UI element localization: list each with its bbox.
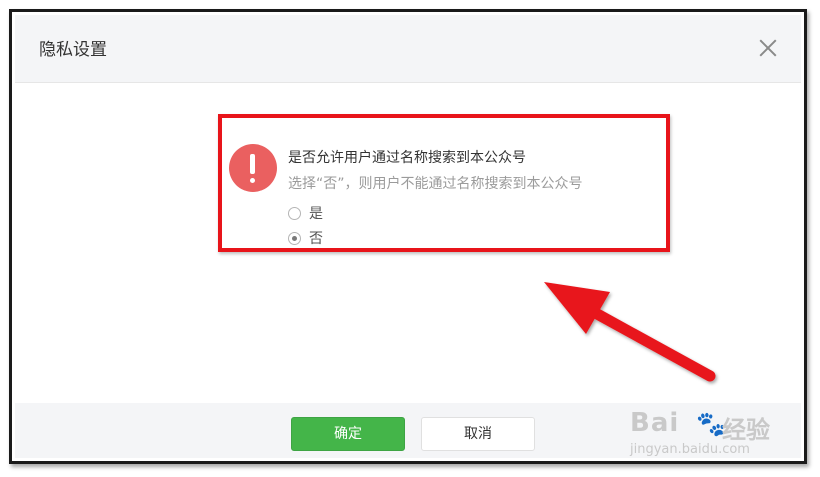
confirm-button[interactable]: 确定 (291, 417, 405, 451)
red-arrow-annotation (544, 282, 716, 382)
cancel-button[interactable]: 取消 (421, 417, 535, 451)
watermark-brand-right: 经验 (722, 416, 770, 444)
baidu-jingyan-watermark: Bai 🐾 经验 jingyan.baidu.com (630, 408, 780, 464)
dialog-header: 隐私设置 (15, 15, 801, 83)
arrow-shaft (584, 304, 716, 382)
watermark-url: jingyan.baidu.com (630, 442, 750, 457)
close-icon[interactable] (759, 39, 777, 57)
highlight-box (218, 114, 670, 252)
dialog-title: 隐私设置 (39, 40, 107, 60)
watermark-brand-left: Bai (630, 408, 680, 438)
arrow-head (544, 282, 610, 334)
